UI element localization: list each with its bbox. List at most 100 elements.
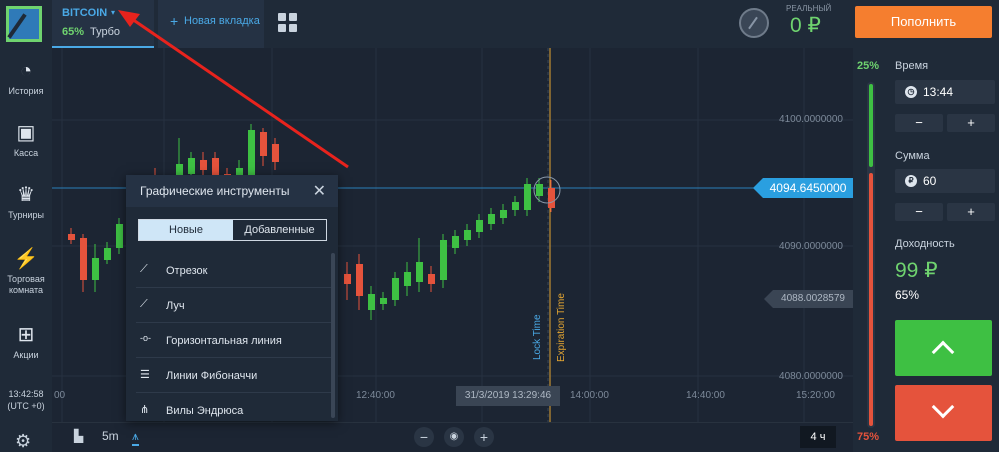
amount-label: Сумма	[895, 150, 930, 162]
trading-room-icon: ⚡	[13, 248, 39, 270]
candle-body	[512, 202, 519, 210]
trophy-icon: ♛	[17, 184, 35, 206]
balance-value[interactable]: 0 ₽	[790, 13, 821, 38]
time-value[interactable]: 13:44	[923, 85, 953, 99]
sentiment-up-pct: 25%	[857, 60, 880, 72]
tool-ray[interactable]: ⟋ Луч	[136, 288, 332, 323]
close-icon[interactable]: ✕	[313, 181, 326, 201]
segment-icon: ⟋	[140, 263, 148, 275]
tool-andrews-pitchfork[interactable]: ⋔ Вилы Эндрюса	[136, 393, 332, 428]
time-label: Время	[895, 60, 929, 72]
candle-body	[356, 264, 363, 296]
tool-fibonacci[interactable]: ☰ Линии Фибоначчи	[136, 358, 332, 393]
sidebar-item-promotions[interactable]: ⊞ Акции	[0, 324, 52, 361]
asset-name[interactable]: BITCOIN	[62, 7, 107, 19]
tool-label: Отрезок	[166, 265, 208, 277]
asset-mode: Турбо	[90, 26, 121, 38]
deposit-button[interactable]: Пополнить	[855, 6, 992, 38]
clock: 13:42:58 (UTC +0)	[0, 388, 52, 412]
candle-body	[476, 220, 483, 232]
candle-body	[68, 234, 75, 240]
lock-time-label: Lock Time	[532, 314, 543, 360]
wallet-icon: ▣	[16, 122, 36, 144]
candle-body	[116, 224, 123, 248]
candle-body	[488, 214, 495, 224]
timeframe-button[interactable]: 5m	[102, 429, 119, 443]
sidebar-item-trading-room[interactable]: ⚡ Торговая комната	[0, 248, 52, 296]
candle-body	[200, 160, 207, 170]
popup-scrollbar[interactable]	[331, 253, 335, 418]
chevron-down-icon[interactable]: ▾	[111, 8, 115, 17]
candle-body	[80, 238, 87, 280]
zoom-out-button[interactable]: −	[414, 427, 434, 447]
candle-body	[272, 144, 279, 162]
tool-label: Горизонтальная линия	[166, 335, 282, 347]
candle-body	[416, 262, 423, 282]
sentiment-down-fill	[869, 173, 873, 426]
expiration-time-label: Expiration Time	[556, 293, 567, 362]
tool-segment[interactable]: ⟋ Отрезок	[136, 253, 332, 288]
candle-body	[188, 158, 195, 174]
amount-field[interactable]: ₽ 60	[895, 169, 995, 193]
new-tab-button[interactable]: + Новая вкладка	[158, 0, 264, 48]
sidebar-item-label: Турниры	[8, 210, 44, 220]
sidebar-item-history[interactable]: ◔ История	[0, 60, 52, 97]
time-axis-label: 12:40:00	[356, 390, 395, 401]
candle-body	[464, 230, 471, 240]
gear-icon[interactable]: ⚙	[15, 431, 31, 452]
candle-body	[260, 132, 267, 156]
profit-value: 99 ₽	[895, 259, 938, 282]
price-level-label: 4080.0000000	[779, 371, 843, 382]
candle-body	[392, 278, 399, 300]
candle-body	[344, 274, 351, 284]
asset-tab[interactable]: BITCOIN ▾ 65% Турбо	[52, 0, 154, 48]
sidebar-item-tournaments[interactable]: ♛ Турниры	[0, 184, 52, 221]
candle-body	[404, 272, 411, 286]
sentiment-down-pct: 75%	[857, 431, 880, 443]
drawing-tools-popup: Графические инструменты ✕ Новые Добавлен…	[126, 175, 338, 421]
secondary-price-tag: 4088.0028579	[764, 290, 853, 308]
price-level-label: 4090.0000000	[779, 241, 843, 252]
zoom-reset-button[interactable]: ◉	[444, 427, 464, 447]
tool-horizontal-line[interactable]: -o- Горизонтальная линия	[136, 323, 332, 358]
tool-label: Вилы Эндрюса	[166, 405, 244, 417]
zoom-in-button[interactable]: +	[474, 427, 494, 447]
tool-label: Луч	[166, 300, 185, 312]
amount-value[interactable]: 60	[923, 174, 936, 188]
sentiment-up-fill	[869, 84, 873, 167]
candle-body	[92, 258, 99, 280]
time-field[interactable]: ◷ 13:44	[895, 80, 995, 104]
ray-icon: ⟋	[140, 298, 148, 310]
candle-body	[248, 130, 255, 178]
time-axis-label: 14:00:00	[570, 390, 609, 401]
sidebar-item-label: Торговая комната	[7, 274, 45, 295]
profit-label: Доходность	[895, 238, 955, 250]
candles-icon[interactable]: ▙	[74, 429, 83, 443]
logo[interactable]	[6, 6, 42, 42]
tab-new[interactable]: Новые	[139, 220, 233, 240]
time-decrease-button[interactable]: −	[895, 114, 943, 132]
popup-title: Графические инструменты	[140, 184, 290, 198]
candle-body	[524, 184, 531, 210]
period-selector[interactable]: 4 ч	[800, 426, 836, 448]
chevron-down-icon	[931, 395, 955, 419]
sidebar-item-cashier[interactable]: ▣ Касса	[0, 122, 52, 159]
tool-label: Линии Фибоначчи	[166, 370, 258, 382]
price-level-label: 4100.0000000	[779, 114, 843, 125]
avatar[interactable]	[739, 8, 769, 38]
sidebar-item-label: Касса	[13, 148, 39, 158]
candle-body	[452, 236, 459, 248]
clock-time: 13:42:58	[8, 389, 44, 399]
put-down-button[interactable]	[895, 385, 992, 441]
time-cursor-label: 31/3/2019 13:29:46	[456, 386, 560, 406]
candle-body	[104, 248, 111, 260]
tab-added[interactable]: Добавленные	[233, 220, 326, 240]
drawing-tools-icon[interactable]: ⩚	[132, 429, 139, 446]
amount-decrease-button[interactable]: −	[895, 203, 943, 221]
call-up-button[interactable]	[895, 320, 992, 376]
layout-grid-icon[interactable]	[278, 13, 298, 33]
current-price-tag: 4094.6450000	[753, 178, 853, 198]
amount-increase-button[interactable]: +	[947, 203, 995, 221]
candle-body	[548, 188, 555, 208]
time-increase-button[interactable]: +	[947, 114, 995, 132]
